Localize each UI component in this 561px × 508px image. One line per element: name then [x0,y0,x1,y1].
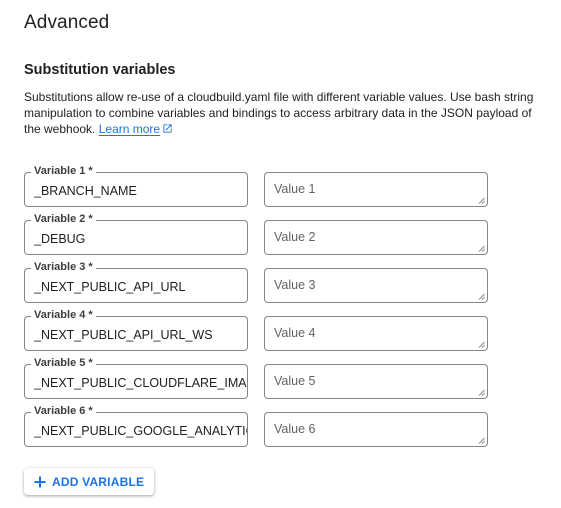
variable-4-field[interactable]: Variable 4 * [24,308,248,351]
value-1-input[interactable] [265,173,487,206]
variable-3-field[interactable]: Variable 3 * [24,260,248,303]
variables-list: Variable 1 * Variable 2 * Variable 3 * [24,164,494,460]
value-6-field[interactable] [264,412,488,447]
resize-handle-icon[interactable] [478,389,485,396]
substitution-description: Substitutions allow re-use of a cloudbui… [24,89,544,137]
open-in-new-icon [163,124,172,133]
variable-6-label: Variable 6 * [31,404,96,418]
resize-handle-icon[interactable] [478,293,485,300]
variable-5-label: Variable 5 * [31,356,96,370]
variable-2-field[interactable]: Variable 2 * [24,212,248,255]
resize-handle-icon[interactable] [478,437,485,444]
value-4-input[interactable] [265,317,487,350]
variable-5-field[interactable]: Variable 5 * [24,356,248,399]
substitution-variables-heading: Substitution variables [24,62,176,78]
variable-4-label: Variable 4 * [31,308,96,322]
plus-icon [34,476,46,487]
add-variable-label: ADD VARIABLE [52,474,145,489]
variable-row: Variable 6 * [24,404,494,460]
value-2-field[interactable] [264,220,488,255]
learn-more-link[interactable]: Learn more [99,122,173,136]
resize-handle-icon[interactable] [478,341,485,348]
value-5-field[interactable] [264,364,488,399]
value-4-field[interactable] [264,316,488,351]
section-title: Advanced [24,12,110,33]
resize-handle-icon[interactable] [478,245,485,252]
value-3-input[interactable] [265,269,487,302]
value-6-input[interactable] [265,413,487,446]
value-1-field[interactable] [264,172,488,207]
learn-more-label: Learn more [98,122,161,136]
value-2-input[interactable] [265,221,487,254]
advanced-settings-panel: Advanced Substitution variables Substitu… [0,0,561,508]
value-5-input[interactable] [265,365,487,398]
variable-2-label: Variable 2 * [31,212,96,226]
variable-6-field[interactable]: Variable 6 * [24,404,248,447]
variable-3-label: Variable 3 * [31,260,96,274]
variable-1-field[interactable]: Variable 1 * [24,164,248,207]
value-3-field[interactable] [264,268,488,303]
add-variable-button[interactable]: ADD VARIABLE [24,468,155,495]
resize-handle-icon[interactable] [478,197,485,204]
variable-1-label: Variable 1 * [31,164,96,178]
